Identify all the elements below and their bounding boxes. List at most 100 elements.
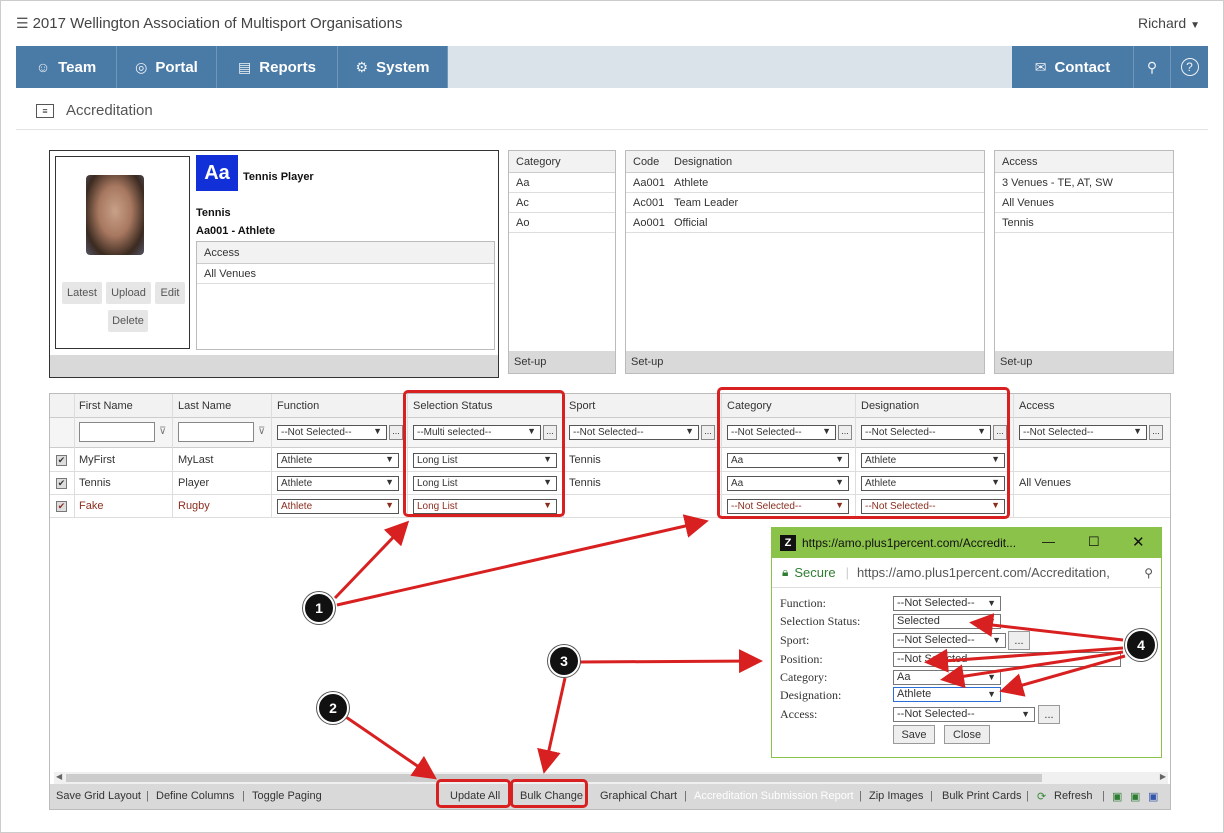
excel-export-icon[interactable]: ▣ [1112,790,1122,803]
scroll-left-icon[interactable]: ◀ [56,772,62,781]
refresh-link[interactable]: Refresh [1054,790,1093,802]
row-checkbox[interactable]: ✔ [56,501,67,512]
close-icon[interactable]: ✕ [1132,533,1145,551]
category-row[interactable]: Aa [509,173,615,193]
position-label: Position: [780,652,823,666]
function-filter[interactable]: --Not Selected-- ▼ [277,425,387,440]
search-button[interactable]: ⚲ [1134,46,1171,88]
popup-save-button[interactable]: Save [893,725,935,744]
function-value: Athlete [281,501,313,512]
access-row[interactable]: 3 Venues - TE, AT, SW [995,173,1173,193]
popup-close-button[interactable]: Close [944,725,990,744]
app-title: 2017 Wellington Association of Multispor… [32,14,403,32]
caret-down-icon: ▼ [685,426,694,436]
user-menu[interactable]: Richard ▼ [1138,15,1200,31]
main-nav: ☺ Team ◎ Portal ▤ Reports ⚙ System ✉ Contact … [16,46,1208,88]
popup-designation-select[interactable]: Athlete ▼ [893,687,1001,702]
sport-more-button[interactable]: ... [1008,631,1030,650]
col-last-name[interactable]: Last Name [178,400,231,412]
access-filter-more[interactable]: ... [1149,425,1163,440]
access-more-button[interactable]: ... [1038,705,1060,724]
designation-setup-link[interactable]: Set-up [626,351,984,373]
col-function[interactable]: Function [277,400,319,412]
function-select[interactable]: Athlete ▼ [277,476,399,491]
toggle-paging-link[interactable]: Toggle Paging [252,790,322,802]
access-setup-link[interactable]: Set-up [995,351,1173,373]
submission-report-link[interactable]: Accreditation Submission Report [694,790,854,802]
search-icon: ⚲ [1146,58,1158,75]
access-row[interactable]: Tennis [995,213,1173,233]
row-checkbox[interactable]: ✔ [56,478,67,489]
col-sport[interactable]: Sport [569,400,595,412]
sport-filter-more[interactable]: ... [701,425,715,440]
popup-category-value: Aa [897,671,911,683]
define-columns-link[interactable]: Define Columns [156,790,234,802]
last-name-filter[interactable] [178,422,254,442]
popup-access-value: --Not Selected-- [897,708,975,720]
zoom-icon[interactable]: ⚲ [1144,566,1153,580]
toolbar-separator: | [684,790,687,802]
card-access-value: All Venues [197,264,494,284]
horizontal-scrollbar[interactable]: ◀ ▶ [54,772,1168,784]
access-filter[interactable]: --Not Selected-- ▼ [1019,425,1147,440]
popup-status-select[interactable]: Selected ▼ [893,614,1001,629]
access-row[interactable]: All Venues [995,193,1173,213]
globe-icon: ◎ [135,58,148,75]
latest-button[interactable]: Latest [62,282,102,304]
function-select[interactable]: Athlete ▼ [277,499,399,514]
category-row[interactable]: Ao [509,213,615,233]
card-sport: Tennis [196,207,231,219]
function-filter-value: --Not Selected-- [281,427,352,438]
help-button[interactable]: ? [1171,46,1208,88]
tab-reports[interactable]: ▤ Reports [217,46,338,88]
save-grid-layout-link[interactable]: Save Grid Layout [56,790,141,802]
menu-icon[interactable]: ☰ [16,15,29,32]
contact-button[interactable]: ✉ Contact [1012,46,1134,88]
zip-images-link[interactable]: Zip Images [869,790,923,802]
address-bar[interactable]: 🔒︎ Secure | https://amo.plus1percent.com… [772,558,1161,588]
row-checkbox[interactable]: ✔ [56,455,67,466]
bulk-print-cards-link[interactable]: Bulk Print Cards [942,790,1021,802]
col-first-name[interactable]: First Name [79,400,133,412]
designation-row[interactable]: Ao001 Official [626,213,984,233]
toolbar-separator: | [242,790,245,802]
popup-sport-select[interactable]: --Not Selected-- ▼ [893,633,1006,648]
popup-access-select[interactable]: --Not Selected-- ▼ [893,707,1035,722]
category-name: Tennis Player [243,171,314,183]
tab-reports-label: Reports [259,58,316,76]
excel-export-icon[interactable]: ▣ [1130,790,1140,803]
graphical-chart-link[interactable]: Graphical Chart [600,790,677,802]
lock-icon: 🔒︎ [782,565,789,579]
sport-filter[interactable]: --Not Selected-- ▼ [569,425,699,440]
category-row[interactable]: Ac [509,193,615,213]
tab-team[interactable]: ☺ Team [16,46,117,88]
delete-button[interactable]: Delete [108,310,148,332]
grid-toolbar: Save Grid Layout | Define Columns | Togg… [50,784,1170,809]
edit-button[interactable]: Edit [155,282,185,304]
popup-position-input[interactable]: --Not Selected-- [893,652,1121,667]
function-filter-more[interactable]: ... [389,425,403,440]
toolbar-separator: | [1102,790,1105,802]
popup-function-select[interactable]: --Not Selected-- ▼ [893,596,1001,611]
tab-system[interactable]: ⚙ System [338,46,448,88]
cell-access: All Venues [1019,477,1071,489]
category-setup-link[interactable]: Set-up [509,351,615,373]
filter-icon[interactable]: ⊽ [159,426,166,437]
filter-icon[interactable]: ⊽ [258,426,265,437]
scroll-right-icon[interactable]: ▶ [1160,772,1166,781]
col-access[interactable]: Access [1019,400,1054,412]
designation-code: Ao001 [633,216,665,229]
maximize-icon[interactable]: ☐ [1088,534,1100,550]
popup-category-select[interactable]: Aa ▼ [893,670,1001,685]
caret-down-icon: ▼ [385,477,394,487]
function-select[interactable]: Athlete ▼ [277,453,399,468]
designation-row[interactable]: Aa001 Athlete [626,173,984,193]
refresh-icon[interactable]: ⟳ [1037,790,1046,803]
minimize-icon[interactable]: — [1042,534,1055,549]
upload-button[interactable]: Upload [106,282,151,304]
tab-portal[interactable]: ◎ Portal [117,46,217,88]
first-name-filter[interactable] [79,422,155,442]
designation-row[interactable]: Ac001 Team Leader [626,193,984,213]
word-export-icon[interactable]: ▣ [1148,790,1158,803]
app-header: ☰ 2017 Wellington Association of Multisp… [16,10,1208,36]
